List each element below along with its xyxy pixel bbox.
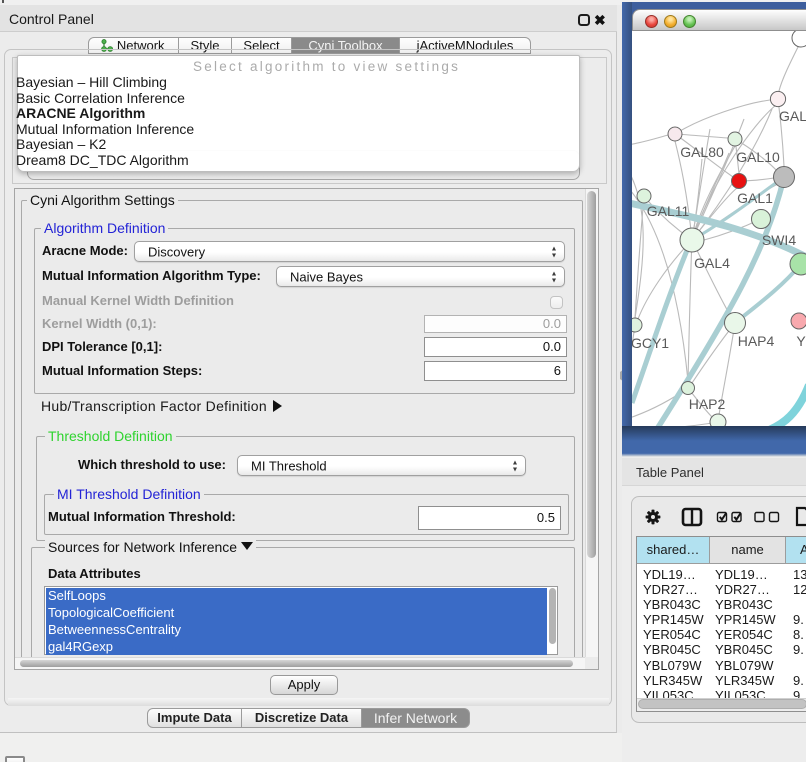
svg-text:GAL80: GAL80 [680,144,724,160]
svg-text:GCY1: GCY1 [632,335,669,351]
svg-text:GAL11: GAL11 [647,203,690,219]
svg-text:HAP2: HAP2 [689,396,726,412]
svg-text:GAL10: GAL10 [736,149,780,165]
svg-text:SWI4: SWI4 [762,232,796,248]
svg-text:GAL1: GAL1 [737,190,773,206]
svg-text:HAP4: HAP4 [738,333,775,349]
svg-text:GAL2: GAL2 [779,108,806,124]
svg-text:GAL4: GAL4 [694,255,730,271]
svg-text:Y: Y [796,333,806,349]
